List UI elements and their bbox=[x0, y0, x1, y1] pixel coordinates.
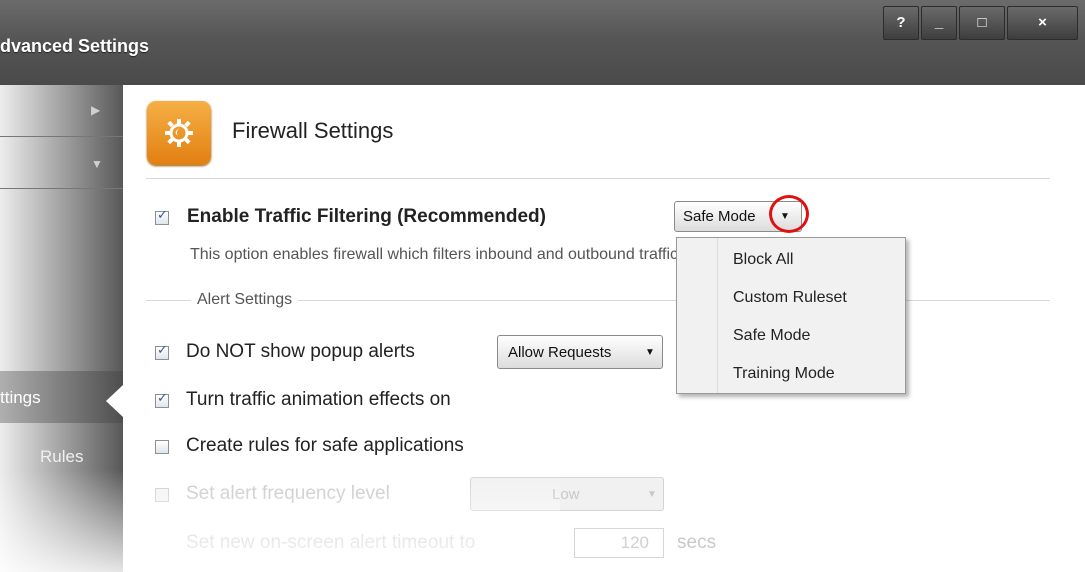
minimize-button[interactable]: _ bbox=[921, 6, 957, 40]
firewall-icon bbox=[147, 101, 211, 165]
no-popup-alerts-label: Do NOT show popup alerts bbox=[186, 341, 415, 362]
firewall-mode-menu: Block All Custom Ruleset Safe Mode Train… bbox=[676, 237, 906, 394]
enable-traffic-filtering-label: Enable Traffic Filtering (Recommended) bbox=[187, 206, 546, 227]
alert-timeout-unit: secs bbox=[677, 532, 717, 553]
sidebar-item-rules[interactable]: Rules bbox=[0, 435, 123, 487]
alert-frequency-value: Low bbox=[552, 486, 580, 503]
alert-frequency-label: Set alert frequency level bbox=[186, 483, 390, 504]
enable-traffic-filtering-checkbox[interactable] bbox=[155, 208, 169, 225]
menu-item-block-all[interactable]: Block All bbox=[733, 251, 793, 269]
traffic-animation-checkbox[interactable] bbox=[155, 391, 169, 408]
menu-item-safe-mode[interactable]: Safe Mode bbox=[733, 327, 810, 345]
dropdown-arrow-icon: ▼ bbox=[645, 347, 655, 358]
safe-app-rules-checkbox[interactable] bbox=[155, 440, 169, 454]
window-title: dvanced Settings bbox=[0, 36, 150, 56]
alert-settings-title: Alert Settings bbox=[191, 291, 299, 309]
highlight-circle-annotation bbox=[769, 195, 809, 233]
sidebar-item-2[interactable]: ▼ bbox=[0, 137, 123, 189]
window-titlebar: dvanced Settings ? _ □ × bbox=[0, 0, 1085, 85]
selection-pointer bbox=[106, 385, 123, 417]
sidebar-item-label: Rules bbox=[40, 447, 84, 466]
help-button[interactable]: ? bbox=[883, 6, 919, 40]
window-controls: ? _ □ × bbox=[883, 6, 1078, 40]
alert-timeout-label: Set new on-screen alert timeout to bbox=[186, 532, 476, 553]
menu-item-custom-ruleset[interactable]: Custom Ruleset bbox=[733, 289, 847, 307]
sidebar-item-firewall-settings[interactable]: ttings bbox=[0, 371, 123, 423]
page-title: Firewall Settings bbox=[232, 118, 394, 143]
header-divider bbox=[146, 178, 1050, 179]
popup-alert-action-dropdown[interactable]: Allow Requests ▼ bbox=[497, 335, 663, 369]
sidebar-item-1[interactable]: ▶ bbox=[0, 85, 123, 137]
alert-frequency-dropdown[interactable]: Low ▼ bbox=[470, 477, 664, 511]
alert-timeout-input[interactable]: 120 bbox=[574, 528, 664, 558]
dropdown-arrow-icon: ▼ bbox=[647, 489, 657, 500]
gear-icon bbox=[165, 119, 193, 147]
enable-traffic-filtering-description: This option enables firewall which filte… bbox=[190, 246, 676, 263]
close-button[interactable]: × bbox=[1007, 6, 1078, 40]
firewall-mode-value: Safe Mode bbox=[683, 208, 756, 225]
sidebar-item-label: ttings bbox=[0, 388, 41, 407]
sidebar: ▶ ▼ ttings Rules bbox=[0, 85, 123, 572]
safe-app-rules-label: Create rules for safe applications bbox=[186, 435, 464, 456]
maximize-button[interactable]: □ bbox=[959, 6, 1005, 40]
alert-frequency-checkbox[interactable] bbox=[155, 488, 169, 502]
traffic-animation-label: Turn traffic animation effects on bbox=[186, 389, 451, 410]
chevron-down-icon: ▼ bbox=[91, 157, 103, 171]
menu-icon-gutter bbox=[717, 238, 718, 393]
popup-alert-action-value: Allow Requests bbox=[508, 344, 612, 361]
menu-item-training-mode[interactable]: Training Mode bbox=[733, 365, 835, 383]
no-popup-alerts-checkbox[interactable] bbox=[155, 343, 169, 360]
chevron-right-icon: ▶ bbox=[91, 103, 101, 117]
